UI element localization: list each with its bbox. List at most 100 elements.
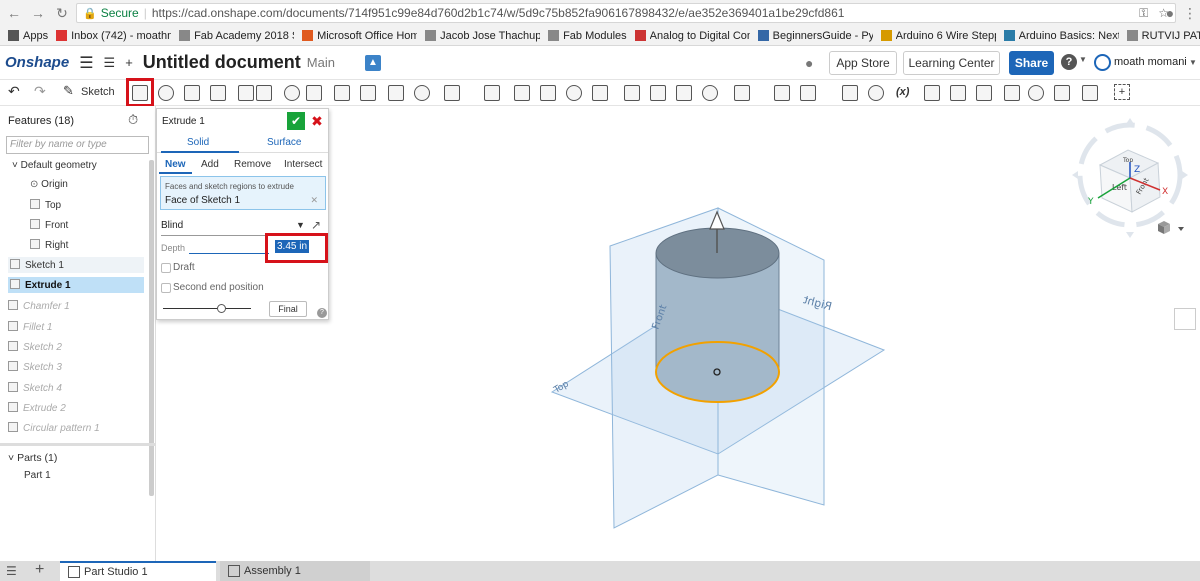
feature-tool-icon-26[interactable] (924, 85, 940, 101)
dialog-help-icon[interactable]: ? (317, 308, 327, 318)
draft-checkbox[interactable] (161, 263, 171, 273)
app-store-button[interactable]: App Store (829, 51, 897, 75)
feature-tool-icon-19[interactable] (676, 85, 692, 101)
feature-tool-icon-8[interactable] (360, 85, 376, 101)
feature-tool-icon-21[interactable] (734, 85, 750, 101)
comments-icon[interactable]: ● (805, 55, 813, 71)
insert-tab-icon[interactable]: + (35, 561, 44, 579)
learning-center-button[interactable]: Learning Center (903, 51, 1000, 75)
feature-tool-icon-28[interactable] (976, 85, 992, 101)
tab-solid[interactable]: Solid (187, 137, 209, 148)
feature-tool-icon-5[interactable] (284, 85, 300, 101)
bookmark-8[interactable]: Arduino 6 Wire Stepp (880, 30, 996, 42)
bookmark-4[interactable]: Jacob Jose Thachupa (425, 30, 540, 42)
feature-item[interactable]: Chamfer 1 (8, 300, 70, 312)
sketch-button[interactable]: Sketch (81, 86, 115, 98)
feature-tool-icon-12[interactable] (484, 85, 500, 101)
bookmark-7[interactable]: BeginnersGuide - Pyt (757, 30, 873, 42)
view-options-icon[interactable] (1158, 221, 1184, 234)
reload-icon[interactable]: ↻ (52, 3, 72, 23)
appearance-panel-icon[interactable] (1174, 308, 1196, 330)
feature-tool-icon-18[interactable] (650, 85, 666, 101)
rollback-timer-icon[interactable]: ⏱ (128, 112, 138, 128)
feature-tool-icon-11[interactable] (444, 85, 460, 101)
bookmark-6[interactable]: Analog to Digital Con (634, 30, 750, 42)
bookmark-3[interactable]: Microsoft Office Hom (302, 30, 417, 42)
feature-item[interactable]: ⊙ Origin (30, 179, 68, 190)
feature-tool-icon-25[interactable] (868, 85, 884, 101)
feature-tool-icon-0[interactable] (158, 85, 174, 101)
end-type-select[interactable]: Blind (161, 220, 183, 231)
feature-tool-icon-17[interactable] (624, 85, 640, 101)
variable-button[interactable]: (x) (896, 86, 909, 98)
feature-tool-icon-13[interactable] (514, 85, 530, 101)
feature-tool-icon-16[interactable] (592, 85, 608, 101)
bookmark-5[interactable]: Fab Modules (548, 30, 627, 42)
feature-tool-icon-20[interactable] (702, 85, 718, 101)
feature-item[interactable]: Sketch 1 (8, 257, 144, 273)
user-name[interactable]: moath momani (1114, 56, 1187, 68)
feature-tool-icon-9[interactable] (388, 85, 404, 101)
panel-divider[interactable] (0, 443, 156, 446)
back-icon[interactable]: ← (4, 3, 24, 23)
feature-tool-icon-3[interactable] (238, 85, 254, 101)
bookmark-10[interactable]: RUTVIJ PATHAK (1126, 30, 1200, 42)
profile-icon[interactable]: ● (1160, 3, 1180, 23)
feature-filter-input[interactable]: Filter by name or type (6, 136, 149, 154)
preview-slider-track[interactable] (163, 308, 251, 309)
faces-selection-field[interactable]: Faces and sketch regions to extrude Face… (160, 176, 326, 210)
feature-tool-icon-2[interactable] (210, 85, 226, 101)
help-caret-icon[interactable]: ▼ (1079, 55, 1087, 64)
onshape-logo[interactable]: Onshape (5, 54, 69, 71)
feature-tool-icon-6[interactable] (306, 85, 322, 101)
view-cube[interactable]: Left Front Top Z X Y (1072, 118, 1188, 238)
dropdown-caret-icon[interactable]: ▼ (296, 220, 305, 230)
menu-dots-icon[interactable]: ⋮ (1180, 3, 1200, 23)
forward-icon[interactable]: → (28, 3, 48, 23)
second-end-checkbox[interactable] (161, 283, 171, 293)
add-custom-feature-icon[interactable]: + (1114, 84, 1130, 100)
feature-item[interactable]: Fillet 1 (8, 321, 52, 333)
feature-item[interactable]: ˅ Default geometry (12, 160, 97, 171)
feature-tool-icon-23[interactable] (800, 85, 816, 101)
redo-icon[interactable]: ↷ (34, 83, 46, 100)
feature-item[interactable]: Sketch 2 (8, 341, 62, 353)
feature-tool-icon-27[interactable] (950, 85, 966, 101)
feature-item[interactable]: Right (30, 239, 68, 251)
feature-tool-icon-14[interactable] (540, 85, 556, 101)
feature-tool-icon-1[interactable] (184, 85, 200, 101)
bookmark-9[interactable]: Arduino Basics: Next (1003, 30, 1119, 42)
user-caret-icon[interactable]: ▼ (1189, 58, 1197, 67)
tab-part-studio[interactable]: Part Studio 1 (60, 561, 216, 581)
feature-tool-icon-29[interactable] (1004, 85, 1020, 101)
clear-selection-icon[interactable]: ✕ (310, 195, 318, 206)
tab-assembly[interactable]: Assembly 1 (220, 561, 370, 581)
undo-icon[interactable]: ↶ (8, 83, 20, 100)
tab-manager-icon[interactable]: ☰ (6, 564, 17, 578)
insert-icon[interactable]: + (125, 55, 133, 70)
feature-item[interactable]: Front (30, 219, 68, 231)
bookmark-2[interactable]: Fab Academy 2018 Sc (179, 30, 294, 42)
user-avatar[interactable] (1094, 54, 1111, 71)
key-icon[interactable]: ⚿ (1139, 6, 1148, 21)
parts-heading[interactable]: ˅ Parts (1) (8, 452, 57, 464)
part-item[interactable]: Part 1 (24, 470, 51, 481)
bookmark-1[interactable]: Inbox (742) - moathm (56, 30, 171, 42)
final-button[interactable]: Final (269, 301, 307, 317)
share-button[interactable]: Share (1009, 51, 1054, 75)
feature-tool-icon-30[interactable] (1028, 85, 1044, 101)
list-settings-icon[interactable]: ☰ (104, 55, 116, 71)
feature-scrollbar[interactable] (149, 160, 154, 470)
feature-tool-icon-31[interactable] (1054, 85, 1070, 101)
branch-name[interactable]: Main (307, 55, 335, 70)
pencil-icon[interactable]: ✎ (63, 83, 74, 99)
feature-tool-icon-22[interactable] (774, 85, 790, 101)
feature-item[interactable]: Extrude 1 (8, 277, 144, 293)
feature-item[interactable]: Sketch 4 (8, 382, 62, 394)
feature-tool-icon-10[interactable] (414, 85, 430, 101)
bookmark-0[interactable]: Apps (8, 30, 48, 42)
help-icon[interactable]: ? (1061, 54, 1077, 70)
tab-surface[interactable]: Surface (267, 137, 301, 148)
feature-item[interactable]: Top (30, 199, 61, 211)
feature-item[interactable]: Sketch 3 (8, 361, 62, 373)
